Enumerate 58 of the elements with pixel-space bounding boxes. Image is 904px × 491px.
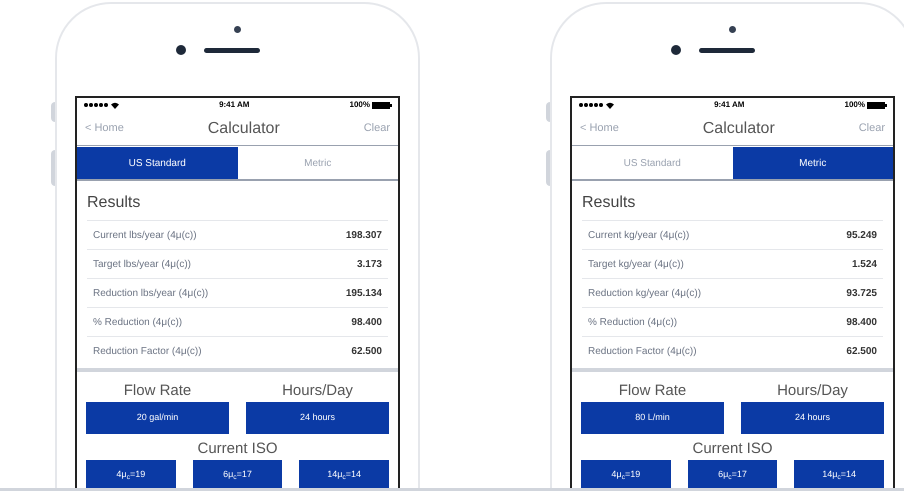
battery-percent: 100%	[844, 99, 865, 111]
result-value: 62.500	[351, 345, 382, 359]
screen-title: Calculator	[208, 118, 280, 138]
result-value: 1.524	[852, 258, 877, 272]
wifi-icon	[111, 102, 119, 108]
result-value: 93.725	[846, 286, 877, 300]
results-title: Results	[582, 181, 883, 221]
result-label: % Reduction (4μ(c))	[588, 316, 678, 330]
battery-percent: 100%	[350, 99, 370, 111]
iso-button[interactable]: 6μ$_{c}$=17	[192, 460, 282, 490]
camera-icon	[234, 26, 241, 33]
result-value: 98.400	[846, 316, 877, 330]
results-title: Results	[87, 181, 388, 221]
unit-tab[interactable]: Metric	[732, 147, 893, 179]
speaker-icon	[204, 48, 260, 52]
sensor-icon	[670, 45, 680, 55]
result-value: 62.500	[846, 345, 877, 359]
result-value: 3.173	[356, 258, 382, 272]
iso-button[interactable]: 4μ$_{c}$=19	[86, 460, 176, 490]
iso-label: Current ISO	[692, 439, 773, 459]
result-label: % Reduction (4μ(c))	[93, 316, 182, 330]
result-label: Target lbs/year (4μ(c))	[93, 258, 192, 272]
iso-button[interactable]: 4μ$_{c}$=19	[581, 460, 671, 490]
unit-tab[interactable]: US Standard	[77, 147, 238, 179]
screen-title: Calculator	[702, 118, 775, 138]
battery-icon	[372, 102, 392, 108]
value-button[interactable]: 80 L/min	[581, 402, 724, 434]
value-button[interactable]: 24 hours	[246, 402, 389, 434]
iso-button[interactable]: 14μ$_{c}$=14	[794, 460, 884, 490]
result-value: 198.307	[346, 228, 382, 242]
result-value: 195.134	[346, 286, 382, 300]
iso-button[interactable]: 6μ$_{c}$=17	[688, 460, 778, 490]
signal-icon	[83, 102, 109, 108]
result-label: Reduction Factor (4μ(c))	[588, 345, 697, 359]
status-time: 9:41 AM	[219, 99, 250, 111]
result-value: 98.400	[351, 316, 382, 330]
camera-icon	[729, 26, 736, 33]
result-label: Target kg/year (4μ(c))	[588, 258, 684, 272]
result-label: Current kg/year (4μ(c))	[588, 228, 690, 242]
result-label: Reduction kg/year (4μ(c))	[588, 286, 702, 300]
wifi-icon	[606, 102, 614, 108]
input-label: Hours/Day	[777, 381, 848, 401]
result-label: Reduction lbs/year (4μ(c))	[93, 286, 208, 300]
value-button[interactable]: 24 hours	[741, 402, 884, 434]
status-time: 9:41 AM	[714, 99, 744, 111]
input-label: Flow Rate	[618, 381, 686, 401]
iso-button[interactable]: 14μ$_{c}$=14	[299, 460, 389, 490]
signal-icon	[578, 102, 604, 108]
input-label: Hours/Day	[282, 381, 353, 401]
sensor-icon	[176, 45, 186, 55]
result-label: Reduction Factor (4μ(c))	[93, 345, 202, 359]
result-value: 95.249	[846, 228, 877, 242]
battery-icon	[866, 102, 887, 108]
result-label: Current lbs/year (4μ(c))	[93, 228, 197, 242]
iso-label: Current ISO	[197, 439, 278, 459]
value-button[interactable]: 20 gal/min	[86, 402, 229, 434]
speaker-icon	[698, 48, 754, 52]
input-label: Flow Rate	[124, 381, 192, 401]
